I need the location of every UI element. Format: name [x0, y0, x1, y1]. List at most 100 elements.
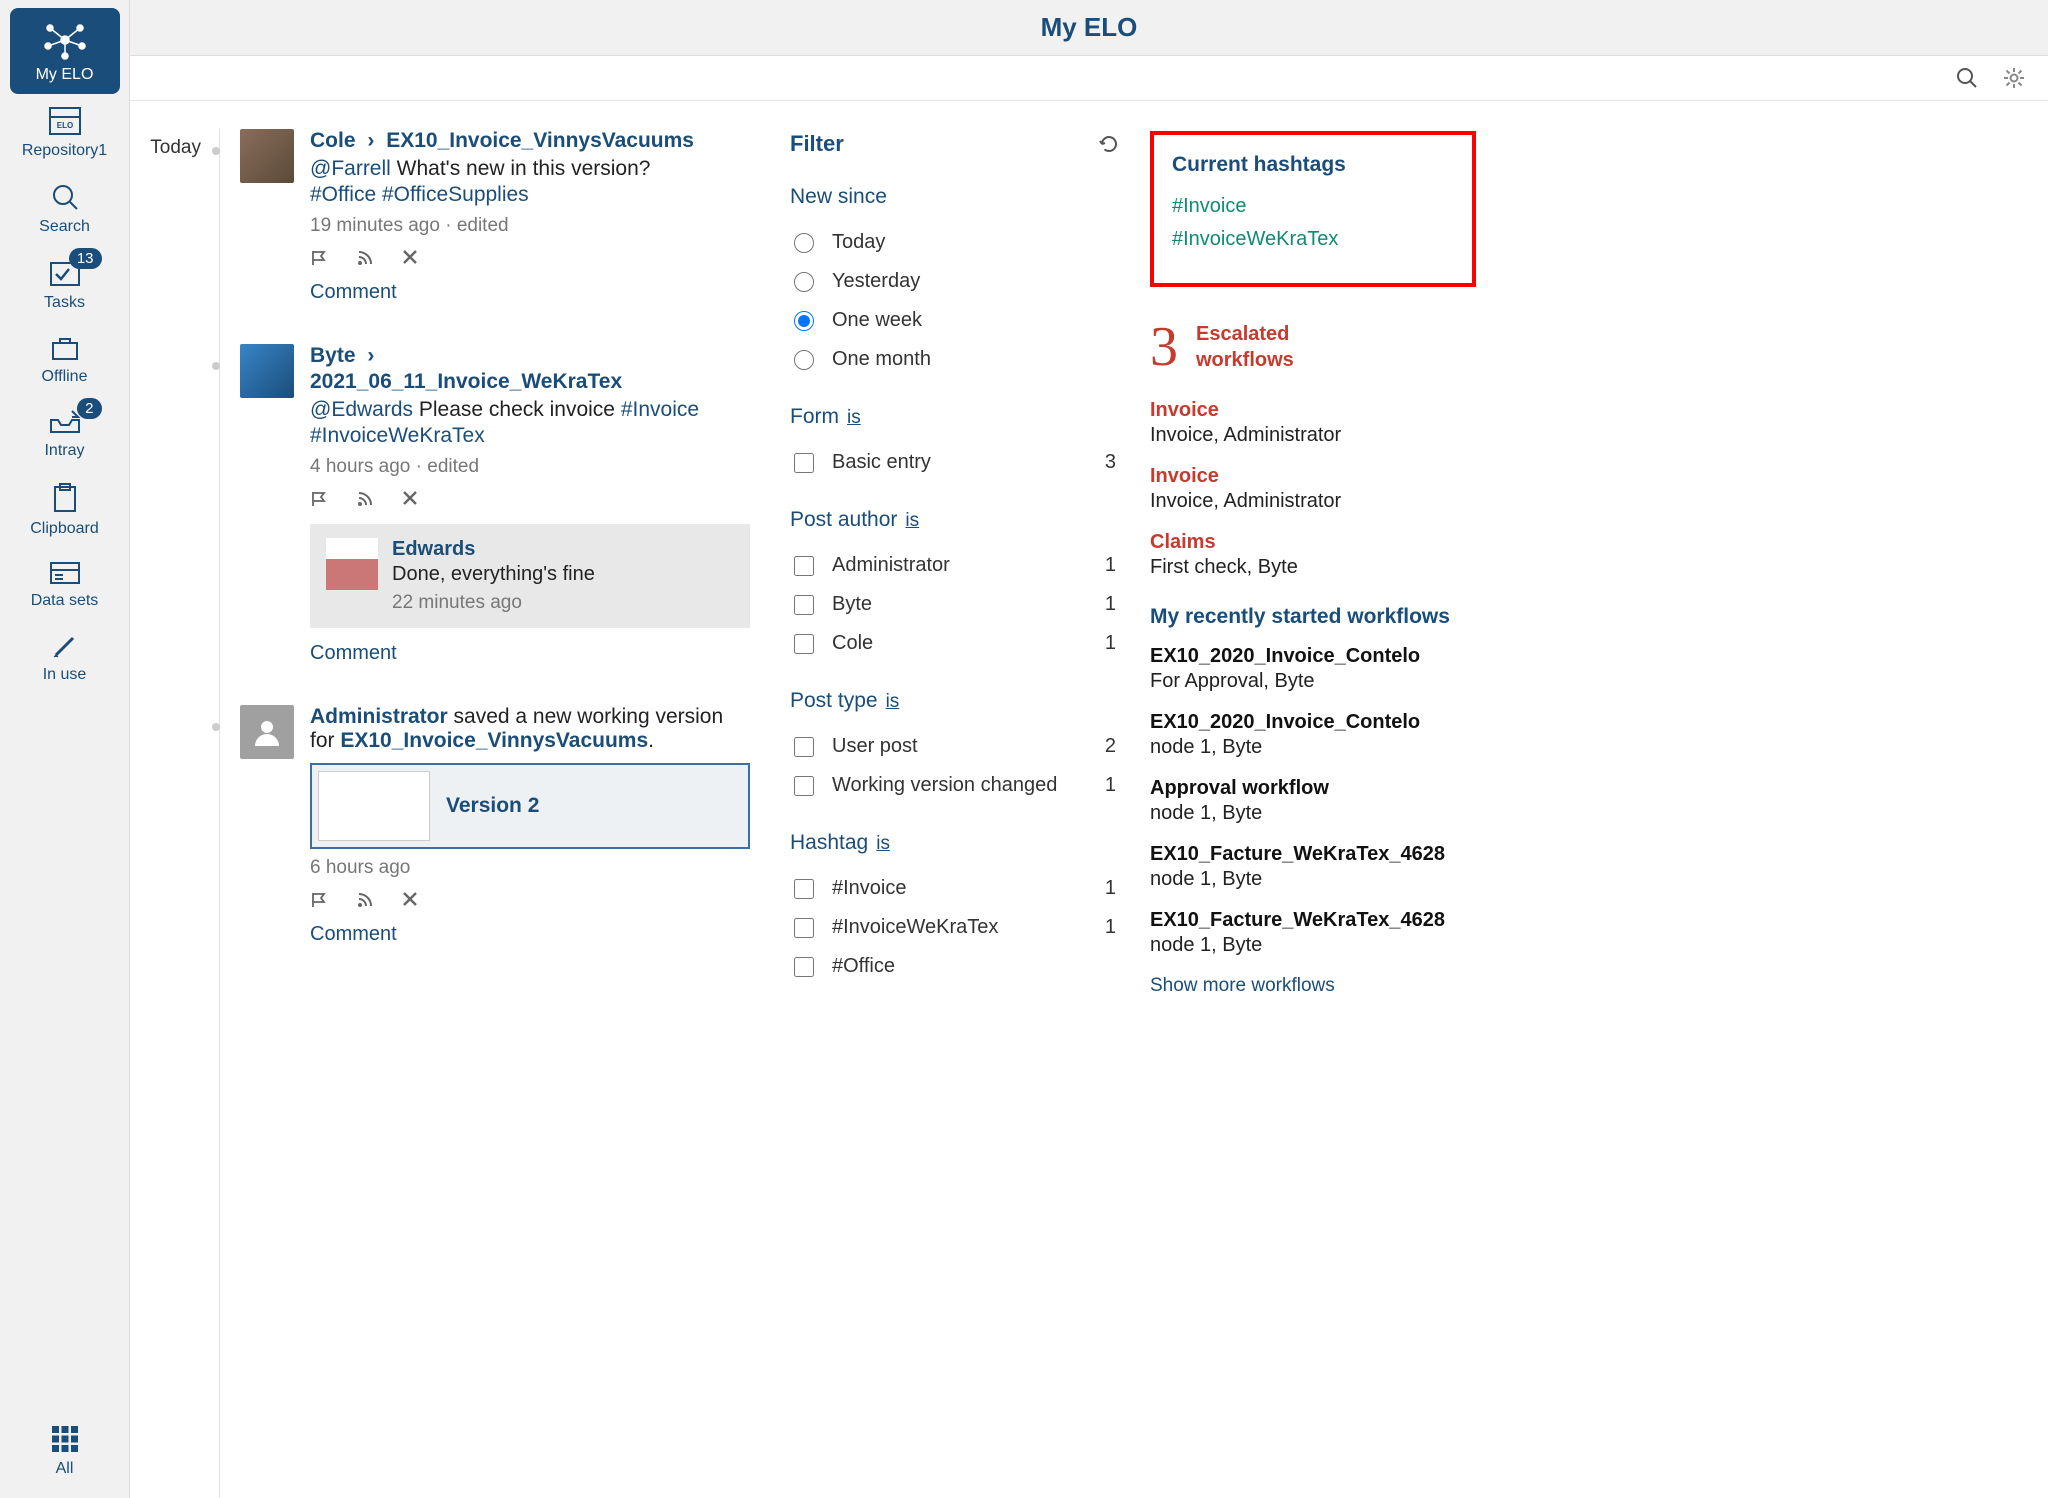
search-icon: [50, 182, 80, 212]
hashtag-link[interactable]: #InvoiceWeKraTex: [1172, 228, 1454, 251]
sidebar-item-tasks[interactable]: 13 Tasks: [10, 246, 120, 322]
filter-check-byte[interactable]: Byte1: [790, 585, 1120, 624]
workflow-item[interactable]: EX10_2020_Invoice_Contelonode 1, Byte: [1150, 711, 1476, 759]
sidebar-label: Clipboard: [30, 520, 98, 538]
post-text: Please check invoice: [419, 398, 615, 421]
filter-check-hashtag-invoicewekratex[interactable]: #InvoiceWeKraTex1: [790, 908, 1120, 947]
sidebar-label: Data sets: [31, 592, 99, 610]
post-edited: edited: [457, 215, 509, 236]
post-timestamp: 4 hours ago: [310, 456, 410, 477]
escalated-label: workflows: [1196, 347, 1294, 373]
sidebar-item-inuse[interactable]: In use: [10, 620, 120, 694]
workflow-item[interactable]: EX10_Facture_WeKraTex_4628node 1, Byte: [1150, 843, 1476, 891]
post-author[interactable]: Administrator: [310, 705, 448, 728]
sidebar-item-all[interactable]: All: [10, 1412, 120, 1488]
filter-radio-yesterday[interactable]: Yesterday: [790, 262, 1120, 301]
post-author[interactable]: Cole: [310, 129, 356, 152]
escalated-label: Escalated: [1196, 321, 1294, 347]
sidebar-item-datasets[interactable]: Data sets: [10, 548, 120, 620]
workflow-item[interactable]: EX10_Facture_WeKraTex_4628node 1, Byte: [1150, 909, 1476, 957]
flag-icon: [310, 891, 328, 909]
refresh-icon: [1098, 133, 1120, 155]
version-box[interactable]: Version 2: [310, 763, 750, 849]
filter-radio-today[interactable]: Today: [790, 223, 1120, 262]
filter-check-userpost[interactable]: User post2: [790, 727, 1120, 766]
workflow-item[interactable]: ClaimsFirst check, Byte: [1150, 531, 1476, 579]
workflow-item[interactable]: InvoiceInvoice, Administrator: [1150, 399, 1476, 447]
workflow-item[interactable]: Approval workflownode 1, Byte: [1150, 777, 1476, 825]
avatar: [240, 705, 294, 759]
subscribe-button[interactable]: [356, 490, 374, 508]
filter-is-link[interactable]: is: [905, 510, 919, 531]
repository-icon: ELO: [48, 106, 82, 136]
avatar: [240, 344, 294, 398]
avatar: [326, 538, 378, 590]
sidebar-label: Search: [39, 218, 90, 236]
post-edited: edited: [427, 456, 479, 477]
reply-author[interactable]: Edwards: [392, 538, 595, 561]
comment-link[interactable]: Comment: [310, 642, 397, 665]
x-icon: [402, 490, 418, 506]
chevron-right-icon: ›: [367, 129, 374, 152]
sidebar-label: Offline: [42, 368, 88, 386]
post-document-link[interactable]: EX10_Invoice_VinnysVacuums: [340, 729, 648, 752]
delete-button[interactable]: [402, 490, 418, 508]
subscribe-button[interactable]: [356, 249, 374, 267]
workflow-item[interactable]: InvoiceInvoice, Administrator: [1150, 465, 1476, 513]
sidebar-label: My ELO: [36, 66, 94, 84]
filter-check-hashtag-invoice[interactable]: #Invoice1: [790, 869, 1120, 908]
current-hashtags-box: Current hashtags #Invoice #InvoiceWeKraT…: [1150, 131, 1476, 287]
filter-check-workingversion[interactable]: Working version changed1: [790, 766, 1120, 805]
filter-section-title: Post author: [790, 508, 897, 531]
delete-button[interactable]: [402, 891, 418, 909]
sidebar-item-clipboard[interactable]: Clipboard: [10, 470, 120, 548]
filter-check-cole[interactable]: Cole1: [790, 624, 1120, 663]
show-more-link[interactable]: Show more workflows: [1150, 975, 1476, 997]
filter-radio-oneweek[interactable]: One week: [790, 301, 1120, 340]
filter-is-link[interactable]: is: [847, 407, 861, 428]
hashtag-link[interactable]: #Invoice: [1172, 195, 1454, 218]
filter-radio-onemonth[interactable]: One month: [790, 340, 1120, 379]
workflow-item[interactable]: EX10_2020_Invoice_ConteloFor Approval, B…: [1150, 645, 1476, 693]
refresh-button[interactable]: [1098, 133, 1120, 155]
comment-link[interactable]: Comment: [310, 281, 397, 304]
settings-button[interactable]: [2002, 66, 2026, 90]
filter-check-admin[interactable]: Administrator1: [790, 546, 1120, 585]
hashtag[interactable]: #InvoiceWeKraTex: [310, 424, 485, 447]
filter-check-basicentry[interactable]: Basic entry3: [790, 443, 1120, 482]
version-label: Version 2: [446, 794, 539, 818]
sidebar-label: Tasks: [44, 294, 85, 312]
filter-check-hashtag-office[interactable]: #Office: [790, 947, 1120, 986]
sidebar-item-repository[interactable]: ELO Repository1: [10, 94, 120, 170]
post-document-link[interactable]: EX10_Invoice_VinnysVacuums: [386, 129, 694, 152]
delete-button[interactable]: [402, 249, 418, 267]
rss-icon: [356, 490, 374, 508]
feed-post: Cole › EX10_Invoice_VinnysVacuums @Farre…: [240, 129, 750, 304]
sidebar-item-search[interactable]: Search: [10, 170, 120, 246]
sidebar-item-offline[interactable]: Offline: [10, 322, 120, 396]
mention[interactable]: @Farrell: [310, 157, 391, 180]
reply-timestamp: 22 minutes ago: [392, 592, 595, 614]
svg-text:ELO: ELO: [56, 121, 72, 130]
comment-link[interactable]: Comment: [310, 923, 397, 946]
sidebar-item-intray[interactable]: 2 Intray: [10, 396, 120, 470]
flag-button[interactable]: [310, 490, 328, 508]
feed-post: Administrator saved a new working versio…: [240, 705, 750, 946]
post-document-link[interactable]: 2021_06_11_Invoice_WeKraTex: [310, 370, 622, 393]
sidebar-item-myelo[interactable]: My ELO: [10, 8, 120, 94]
hashtag[interactable]: #Invoice: [621, 398, 699, 421]
filter-is-link[interactable]: is: [876, 833, 890, 854]
hashtag[interactable]: #Office #OfficeSupplies: [310, 183, 529, 206]
subscribe-button[interactable]: [356, 891, 374, 909]
sidebar-label: Repository1: [22, 142, 107, 160]
search-icon: [1956, 67, 1978, 89]
reply-text: Done, everything's fine: [392, 563, 595, 586]
post-author[interactable]: Byte: [310, 344, 356, 367]
search-button[interactable]: [1956, 67, 1978, 89]
mention[interactable]: @Edwards: [310, 398, 413, 421]
flag-button[interactable]: [310, 891, 328, 909]
filter-is-link[interactable]: is: [886, 691, 900, 712]
right-panel: Current hashtags #Invoice #InvoiceWeKraT…: [1140, 101, 1500, 1498]
filter-panel: Filter New since Today Yesterday One wee…: [770, 101, 1140, 1498]
flag-button[interactable]: [310, 249, 328, 267]
